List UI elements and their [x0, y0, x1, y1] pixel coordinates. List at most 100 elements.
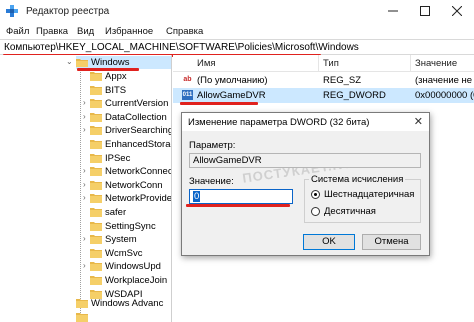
number-base-group: Система исчисления Шестнадцатеричная Дес…	[304, 174, 421, 223]
tree-label: IPSec	[105, 152, 131, 164]
ok-button[interactable]: OK	[303, 234, 355, 250]
value-type: REG_DWORD	[323, 90, 386, 101]
tree-label: WorkplaceJoin	[105, 275, 168, 286]
expand-arrow-icon[interactable]: ›	[83, 234, 86, 243]
address-path[interactable]: Компьютер\HKEY_LOCAL_MACHINE\SOFTWARE\Po…	[4, 42, 359, 53]
list-row[interactable]: ab (По умолчанию) REG_SZ (значение не пр…	[173, 73, 474, 88]
tree-label: EnhancedStorage	[105, 139, 171, 150]
tree-item-next[interactable]: Windows Advanc	[76, 297, 171, 310]
tree-item-partial[interactable]	[76, 311, 171, 322]
value-name: (По умолчанию)	[197, 75, 268, 86]
column-value-header[interactable]: Значение	[415, 58, 457, 69]
tree-item[interactable]: WorkplaceJoin	[90, 274, 171, 287]
expand-arrow-icon[interactable]: ›	[83, 166, 86, 175]
expand-arrow-icon[interactable]: ›	[83, 98, 86, 107]
list-row-selected[interactable]: 011 AllowGameDVR REG_DWORD 0x00000000 (0…	[173, 88, 474, 103]
tree-item[interactable]: NetworkProvider	[90, 192, 172, 205]
folder-icon	[90, 140, 102, 149]
tree-label: System	[105, 234, 137, 246]
edit-dword-dialog: Изменение параметра DWORD (32 бита) ✕ ПО…	[181, 112, 430, 256]
folder-icon	[90, 112, 102, 122]
column-name-header[interactable]: Имя	[197, 58, 216, 69]
value-input[interactable]: 0	[189, 189, 293, 204]
value-input-text[interactable]: 0	[193, 191, 201, 202]
tree-label: DriverSearching	[105, 125, 172, 137]
column-type-header[interactable]: Тип	[323, 58, 339, 69]
folder-icon	[90, 85, 102, 95]
menu-view[interactable]: Вид	[77, 26, 94, 37]
expand-arrow-icon[interactable]: ›	[83, 261, 86, 270]
menu-help[interactable]: Справка	[166, 26, 203, 37]
string-value-icon: ab	[183, 76, 192, 83]
tree-item[interactable]: safer	[90, 206, 171, 219]
tree-item[interactable]: IPSec	[90, 152, 171, 165]
maximize-icon	[420, 6, 430, 16]
tree-item[interactable]: NetworkConn	[90, 179, 171, 192]
tree-label: safer	[105, 207, 127, 218]
folder-icon	[90, 276, 102, 285]
tree-label: WcmSvc	[105, 247, 143, 259]
minimize-button[interactable]	[378, 0, 408, 22]
folder-icon	[90, 208, 102, 217]
expand-arrow-icon[interactable]: ›	[83, 112, 86, 121]
menu-file[interactable]: Файл	[6, 26, 29, 37]
cancel-button[interactable]: Отмена	[362, 234, 421, 250]
tree-item[interactable]: SettingSync	[90, 220, 171, 233]
dialog-title: Изменение параметра DWORD (32 бита)	[188, 117, 370, 128]
tree-label: Windows Advanc	[91, 298, 164, 309]
tree-label: NetworkConn	[105, 179, 163, 191]
tree-label: DataCollection	[105, 111, 167, 123]
tree-item[interactable]: DataCollection	[90, 111, 171, 124]
tree-connector-line	[80, 69, 81, 319]
maximize-button[interactable]	[410, 0, 440, 22]
param-name-field: AllowGameDVR	[189, 153, 421, 168]
tree-label: NetworkProvider	[105, 193, 172, 205]
column-divider[interactable]	[410, 55, 411, 72]
tree-item[interactable]: NetworkConnect	[90, 165, 172, 178]
collapse-arrow-icon[interactable]: ⌄	[66, 57, 73, 66]
tree-item[interactable]: Appx	[90, 70, 171, 83]
tree-item[interactable]: System	[90, 233, 171, 246]
number-base-title: Система исчисления	[309, 174, 406, 185]
close-icon	[452, 6, 462, 16]
folder-icon	[90, 262, 102, 272]
dword-value-icon: 011	[182, 90, 193, 100]
address-bar[interactable]: Компьютер\HKEY_LOCAL_MACHINE\SOFTWARE\Po…	[0, 39, 474, 55]
tree-item[interactable]: WcmSvc	[90, 247, 171, 260]
folder-icon	[90, 126, 102, 136]
expand-arrow-icon[interactable]: ›	[83, 193, 86, 202]
dialog-close-icon[interactable]: ✕	[414, 115, 423, 128]
tree-label: WindowsUpd	[105, 261, 161, 273]
registry-editor-icon	[6, 5, 18, 17]
expand-arrow-icon[interactable]: ›	[83, 180, 86, 189]
close-button[interactable]	[442, 0, 472, 22]
folder-icon	[90, 167, 102, 177]
column-divider[interactable]	[318, 55, 319, 72]
radio-unselected-icon[interactable]	[311, 207, 320, 216]
menu-favorites[interactable]: Избранное	[105, 26, 153, 37]
radio-hex-label: Шестнадцатеричная	[324, 189, 415, 200]
expand-arrow-icon[interactable]: ›	[83, 125, 86, 134]
folder-icon	[76, 299, 88, 308]
tree-item[interactable]: CurrentVersion	[90, 97, 171, 110]
tree-label: SettingSync	[105, 220, 156, 232]
minimize-icon	[388, 10, 398, 12]
folder-icon	[90, 72, 102, 81]
folder-icon	[90, 221, 102, 231]
tree-label: NetworkConnect	[105, 166, 172, 178]
folder-icon	[90, 194, 102, 204]
param-label: Параметр:	[189, 140, 236, 151]
folder-icon	[90, 235, 102, 245]
menu-edit[interactable]: Правка	[36, 26, 68, 37]
list-header: Имя Тип Значение	[173, 55, 474, 72]
tree-label: CurrentVersion	[105, 98, 169, 110]
tree-item[interactable]: EnhancedStorage	[90, 138, 171, 151]
radio-selected-icon[interactable]	[311, 190, 320, 199]
tree-item[interactable]: DriverSearching	[90, 124, 172, 137]
registry-tree[interactable]: ⌄ Windows Appx BITS › CurrentVersion › DataCo…	[0, 55, 172, 322]
tree-item[interactable]: BITS	[90, 84, 171, 97]
tree-item[interactable]: WindowsUpd	[90, 260, 171, 273]
highlight-underline-tree	[77, 68, 139, 71]
tree-label: BITS	[105, 84, 127, 96]
param-name-value: AllowGameDVR	[193, 155, 262, 166]
